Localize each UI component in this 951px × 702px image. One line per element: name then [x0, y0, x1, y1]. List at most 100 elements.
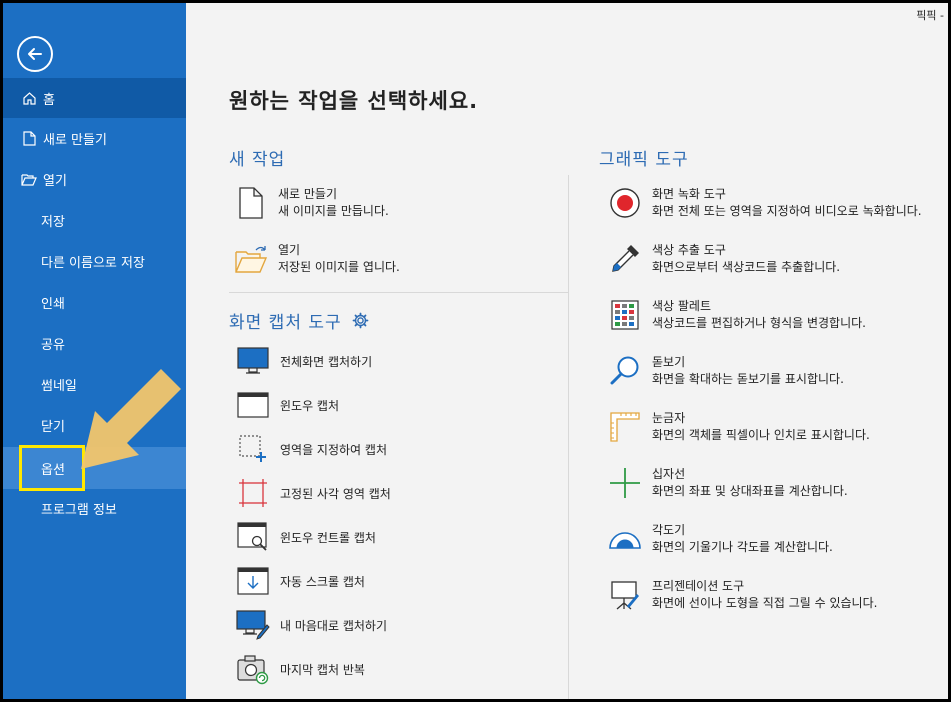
camera-repeat-icon: [236, 653, 270, 685]
capture-region[interactable]: 영역을 지정하여 캡처: [236, 433, 387, 465]
eyedropper-icon: [608, 242, 642, 276]
sidebar-item-label: 새로 만들기: [43, 132, 107, 148]
tool-name: 마지막 캡처 반복: [280, 662, 365, 677]
app-window: 홈 새로 만들기 열기 저장 다른 이름으로 저장 인쇄 공유 썸네일 닫기 옵…: [3, 3, 948, 699]
tool-new[interactable]: 새로 만들기 새 이미지를 만듭니다.: [234, 186, 389, 220]
capture-freehand[interactable]: 내 마음대로 캡처하기: [236, 609, 387, 641]
tool-name: 고정된 사각 영역 캡처: [280, 486, 391, 501]
tool-screen-recorder[interactable]: 화면 녹화 도구 화면 전체 또는 영역을 지정하여 비디오로 녹화합니다.: [608, 186, 922, 220]
tool-name: 각도기: [652, 523, 686, 537]
tool-open[interactable]: 열기 저장된 이미지를 엽니다.: [234, 242, 400, 276]
tool-name: 자동 스크롤 캡처: [280, 574, 365, 589]
sidebar-item-label: 썸네일: [41, 378, 77, 394]
sidebar: 홈 새로 만들기 열기 저장 다른 이름으로 저장 인쇄 공유 썸네일 닫기 옵…: [3, 3, 186, 699]
protractor-icon: [608, 522, 642, 556]
capture-auto-scroll[interactable]: 자동 스크롤 캡처: [236, 565, 365, 597]
presentation-board-icon: [608, 578, 642, 612]
crosshair-icon: [608, 466, 642, 500]
home-icon: [21, 90, 37, 106]
capture-window[interactable]: 윈도우 캡처: [236, 389, 339, 421]
tool-desc: 화면의 객체를 픽셀이나 인치로 표시합니다.: [652, 428, 870, 442]
sidebar-item-open[interactable]: 열기: [3, 159, 186, 199]
tool-desc: 새 이미지를 만듭니다.: [278, 204, 389, 218]
tool-desc: 저장된 이미지를 엽니다.: [278, 260, 400, 274]
capture-fixed-region[interactable]: 고정된 사각 영역 캡처: [236, 477, 391, 509]
sidebar-item-save-as[interactable]: 다른 이름으로 저장: [3, 241, 186, 281]
sidebar-item-label: 공유: [41, 337, 65, 353]
tool-color-palette[interactable]: 색상 팔레트 색상코드를 편집하거나 형식을 변경합니다.: [608, 298, 866, 332]
section-divider: [229, 292, 568, 293]
tool-name: 전체화면 캡처하기: [280, 354, 373, 369]
sidebar-item-new[interactable]: 새로 만들기: [3, 118, 186, 158]
sidebar-item-label: 저장: [41, 214, 65, 230]
tool-ruler[interactable]: 눈금자 화면의 객체를 픽셀이나 인치로 표시합니다.: [608, 410, 870, 444]
new-document-icon: [234, 186, 268, 220]
tool-protractor[interactable]: 각도기 화면의 기울기나 각도를 계산합니다.: [608, 522, 833, 556]
tool-crosshair[interactable]: 십자선 화면의 좌표 및 상대좌표를 계산합니다.: [608, 466, 848, 500]
sidebar-item-share[interactable]: 공유: [3, 323, 186, 363]
column-divider: [568, 175, 569, 699]
monitor-icon: [236, 345, 270, 377]
palette-grid-icon: [608, 298, 642, 332]
tool-name: 열기: [278, 243, 301, 257]
tool-color-picker[interactable]: 색상 추출 도구 화면으로부터 색상코드를 추출합니다.: [608, 242, 840, 276]
tool-name: 프리젠테이션 도구: [652, 579, 745, 593]
tool-name: 내 마음대로 캡처하기: [280, 618, 387, 633]
tool-name: 영역을 지정하여 캡처: [280, 442, 387, 457]
tool-desc: 화면에 선이나 도형을 직접 그릴 수 있습니다.: [652, 596, 878, 610]
tool-name: 돋보기: [652, 355, 686, 369]
sidebar-item-label: 인쇄: [41, 296, 65, 312]
tool-desc: 화면의 좌표 및 상대좌표를 계산합니다.: [652, 484, 848, 498]
sidebar-item-label: 프로그램 정보: [41, 502, 117, 518]
scroll-down-icon: [236, 565, 270, 597]
record-icon: [608, 186, 642, 220]
tool-name: 색상 팔레트: [652, 299, 712, 313]
tool-magnifier[interactable]: 돋보기 화면을 확대하는 돋보기를 표시합니다.: [608, 354, 844, 388]
window-magnify-icon: [236, 521, 270, 553]
back-button[interactable]: [17, 36, 53, 72]
magnifier-icon: [608, 354, 642, 388]
new-file-icon: [21, 130, 37, 146]
tool-name: 윈도우 캡처: [280, 398, 340, 413]
tool-desc: 화면을 확대하는 돋보기를 표시합니다.: [652, 372, 844, 386]
pointer-arrow-annotation: [81, 369, 181, 469]
region-select-icon: [236, 433, 270, 465]
tool-desc: 화면 전체 또는 영역을 지정하여 비디오로 녹화합니다.: [652, 204, 922, 218]
sidebar-item-home[interactable]: 홈: [3, 78, 186, 118]
ruler-icon: [608, 410, 642, 444]
capture-repeat-last[interactable]: 마지막 캡처 반복: [236, 653, 365, 685]
monitor-pen-icon: [236, 609, 270, 641]
section-title-new-task: 새 작업: [229, 150, 286, 170]
folder-open-icon: [234, 242, 268, 276]
section-title-graphic: 그래픽 도구: [599, 150, 689, 170]
fixed-region-icon: [236, 477, 270, 509]
capture-fullscreen[interactable]: 전체화면 캡처하기: [236, 345, 372, 377]
tool-name: 새로 만들기: [278, 187, 338, 201]
arrow-left-icon: [28, 48, 42, 60]
tool-presentation[interactable]: 프리젠테이션 도구 화면에 선이나 도형을 직접 그릴 수 있습니다.: [608, 578, 877, 612]
tool-name: 화면 녹화 도구: [652, 187, 726, 201]
section-title-text: 화면 캡처 도구: [229, 313, 342, 333]
sidebar-item-label: 다른 이름으로 저장: [41, 255, 145, 271]
folder-open-icon: [21, 171, 37, 187]
section-title-capture: 화면 캡처 도구: [229, 308, 369, 333]
sidebar-item-label: 홈: [43, 92, 55, 108]
capture-window-control[interactable]: 윈도우 컨트롤 캡처: [236, 521, 376, 553]
sidebar-item-about[interactable]: 프로그램 정보: [3, 488, 186, 528]
window-title: 픽픽 -: [916, 9, 944, 22]
sidebar-item-print[interactable]: 인쇄: [3, 282, 186, 322]
tool-desc: 화면의 기울기나 각도를 계산합니다.: [652, 540, 833, 554]
sidebar-item-save[interactable]: 저장: [3, 200, 186, 240]
tool-desc: 색상코드를 편집하거나 형식을 변경합니다.: [652, 316, 866, 330]
tool-desc: 화면으로부터 색상코드를 추출합니다.: [652, 260, 841, 274]
page-title: 원하는 작업을 선택하세요.: [229, 89, 479, 113]
sidebar-item-label: 열기: [43, 173, 67, 189]
sidebar-item-label: 닫기: [41, 419, 65, 435]
tool-name: 색상 추출 도구: [652, 243, 726, 257]
tool-name: 눈금자: [652, 411, 686, 425]
main-panel: 픽픽 - 원하는 작업을 선택하세요. 새 작업 새로 만들기 새 이미지를 만…: [186, 3, 948, 699]
tool-name: 윈도우 컨트롤 캡처: [280, 530, 376, 545]
gear-icon[interactable]: [352, 312, 369, 329]
tool-name: 십자선: [652, 467, 686, 481]
window-icon: [236, 389, 270, 421]
